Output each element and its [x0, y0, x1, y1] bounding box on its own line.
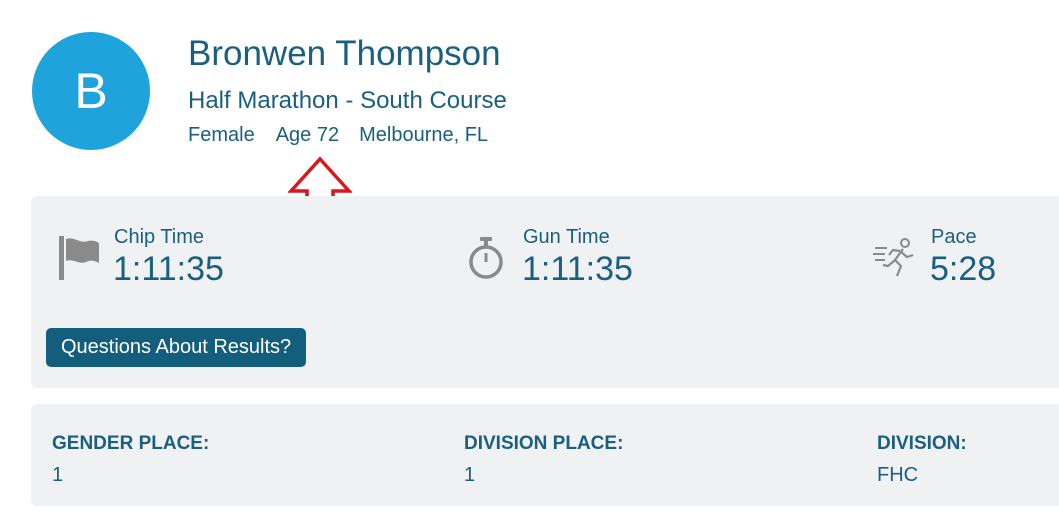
- avatar: B: [32, 32, 150, 150]
- athlete-gender: Female: [188, 124, 255, 146]
- flag-icon: [59, 236, 99, 280]
- race-name: Half Marathon - South Course: [188, 87, 507, 114]
- athlete-name: Bronwen Thompson: [188, 34, 501, 73]
- gender-place-value: 1: [52, 464, 64, 486]
- division-value: FHC: [877, 464, 919, 486]
- division-label: DIVISION:: [877, 433, 967, 454]
- division-place-label: DIVISION PLACE:: [464, 433, 624, 454]
- times-card: Chip Time 1:11:35 Gun Time 1:11:35 Pace …: [31, 196, 1059, 388]
- runner-icon: [873, 238, 914, 277]
- gender-place: GENDER PLACE: 1: [52, 433, 209, 487]
- gender-place-label: GENDER PLACE:: [52, 433, 210, 454]
- athlete-age: Age 72: [275, 124, 340, 146]
- results-page: B Bronwen Thompson Half Marathon - South…: [0, 0, 1059, 517]
- pace-value: 5:28: [930, 250, 997, 288]
- chip-time-value: 1:11:35: [113, 250, 224, 288]
- places-card: GENDER PLACE: 1 DIVISION PLACE: 1 DIVISI…: [31, 404, 1059, 506]
- gun-time-label: Gun Time: [523, 226, 610, 248]
- athlete-meta: Female Age 72 Melbourne, FL: [188, 124, 488, 147]
- division: DIVISION: FHC: [877, 433, 967, 487]
- chip-time-label: Chip Time: [114, 226, 205, 248]
- avatar-initial: B: [74, 63, 108, 119]
- questions-about-results-button[interactable]: Questions About Results?: [46, 328, 307, 367]
- athlete-location: Melbourne, FL: [359, 124, 489, 146]
- pace-label: Pace: [931, 226, 977, 248]
- division-place: DIVISION PLACE: 1: [464, 433, 623, 487]
- stopwatch-icon: [469, 237, 503, 279]
- gun-time-value: 1:11:35: [522, 250, 633, 288]
- division-place-value: 1: [464, 464, 476, 486]
